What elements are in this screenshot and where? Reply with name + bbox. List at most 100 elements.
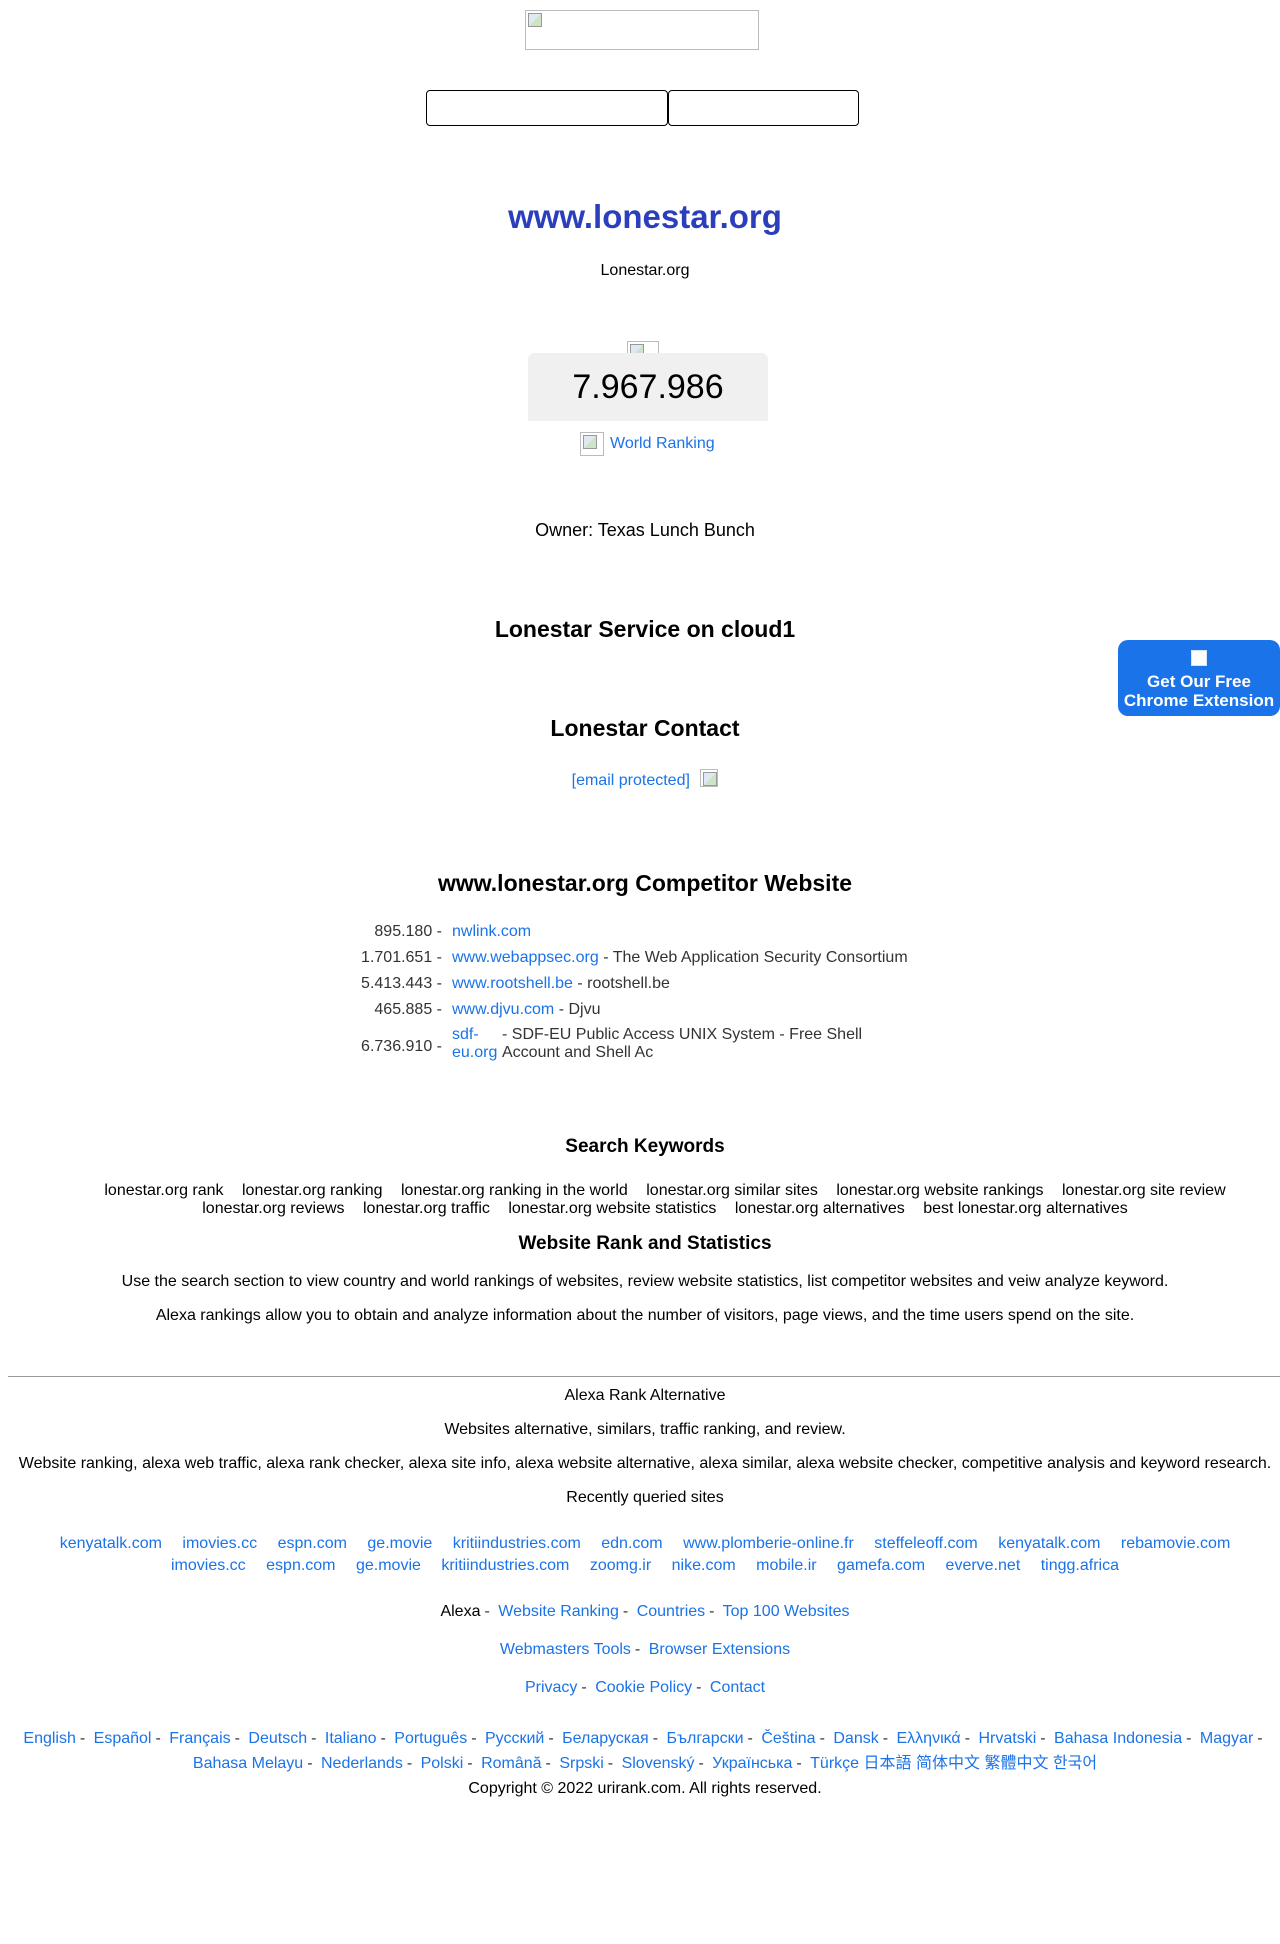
language-link[interactable]: Беларуская xyxy=(562,1730,649,1747)
competitor-row: 5.413.443 - www.rootshell.be - rootshell… xyxy=(330,975,930,993)
competitor-link[interactable]: www.rootshell.be xyxy=(452,975,573,992)
language-link[interactable]: Polski xyxy=(421,1755,464,1772)
language-link[interactable]: Türkçe xyxy=(810,1755,859,1772)
footer-nav-1: Alexa - Website Ranking - Countries - Top 1… xyxy=(440,1603,850,1620)
footer-title: Alexa Rank Alternative xyxy=(564,1387,726,1404)
footer-line-1: Websites alternative, similars, traffic … xyxy=(444,1421,846,1438)
language-link[interactable]: 日本語 xyxy=(864,1755,912,1772)
world-ranking-link[interactable]: World Ranking xyxy=(610,435,715,453)
language-link[interactable]: Magyar xyxy=(1200,1730,1253,1747)
language-link[interactable]: Nederlands xyxy=(321,1755,403,1772)
competitor-rank: 895.180 - xyxy=(374,923,442,940)
browser-extensions-link[interactable]: Browser Extensions xyxy=(649,1641,790,1658)
language-link[interactable]: Hrvatski xyxy=(978,1730,1036,1747)
language-link[interactable]: Srpski xyxy=(559,1755,603,1772)
keyword: lonestar.org alternatives xyxy=(734,1200,905,1217)
world-rank-value: 7.967.986 xyxy=(528,353,768,421)
language-link[interactable]: Čeština xyxy=(761,1730,815,1747)
recent-sites: kenyatalk.com imovies.cc espn.com ge.mov… xyxy=(40,1533,1250,1577)
recent-site-link[interactable]: zoomg.ir xyxy=(590,1557,651,1574)
footer-nav-prefix: Alexa xyxy=(440,1603,481,1620)
site-owner: Owner: Texas Lunch Bunch xyxy=(535,520,755,540)
keyword: lonestar.org site review xyxy=(1062,1182,1226,1199)
recent-site-link[interactable]: espn.com xyxy=(278,1535,347,1552)
keyword: lonestar.org ranking xyxy=(242,1182,383,1199)
competitor-link[interactable]: www.djvu.com xyxy=(452,1001,554,1018)
footer-nav-3: Privacy - Cookie Policy - Contact xyxy=(524,1679,766,1696)
competitor-rank: 1.701.651 - xyxy=(361,949,442,966)
site-logo[interactable] xyxy=(525,10,759,50)
stats-heading: Website Rank and Statistics xyxy=(518,1233,772,1254)
competitor-link[interactable]: sdf-eu.org xyxy=(452,1026,502,1062)
language-link[interactable]: Русский xyxy=(485,1730,544,1747)
recent-site-link[interactable]: tingg.africa xyxy=(1041,1557,1119,1574)
competitor-rank: 5.413.443 - xyxy=(361,975,442,992)
recent-site-link[interactable]: mobile.ir xyxy=(756,1557,816,1574)
recent-site-link[interactable]: kritiindustries.com xyxy=(441,1557,569,1574)
language-link[interactable]: Ελληνικά xyxy=(897,1730,961,1747)
recent-site-link[interactable]: ge.movie xyxy=(356,1557,421,1574)
contact-link[interactable]: Contact xyxy=(710,1679,765,1696)
stats-paragraph-2: Alexa rankings allow you to obtain and a… xyxy=(155,1307,1135,1324)
recent-site-link[interactable]: www.plomberie-online.fr xyxy=(683,1535,854,1552)
website-ranking-link[interactable]: Website Ranking xyxy=(498,1603,619,1620)
recent-site-link[interactable]: gamefa.com xyxy=(837,1557,925,1574)
keyword: lonestar.org rank xyxy=(104,1182,224,1199)
site-subtitle: Lonestar.org xyxy=(600,262,690,279)
competitor-row: 1.701.651 - www.webappsec.org - The Web … xyxy=(330,949,930,967)
recent-site-link[interactable]: espn.com xyxy=(266,1557,335,1574)
competitor-link[interactable]: www.webappsec.org xyxy=(452,949,599,966)
search-input[interactable] xyxy=(426,90,668,126)
language-link[interactable]: Bahasa Melayu xyxy=(193,1755,303,1772)
countries-link[interactable]: Countries xyxy=(637,1603,705,1620)
language-link[interactable]: 한국어 xyxy=(1053,1755,1097,1772)
chrome-extension-line2: Chrome Extension xyxy=(1123,691,1275,710)
recent-site-link[interactable]: everve.net xyxy=(946,1557,1021,1574)
language-link[interactable]: Slovenský xyxy=(622,1755,695,1772)
recent-site-link[interactable]: edn.com xyxy=(601,1535,662,1552)
recent-sites-row-2: imovies.cc espn.com ge.movie kritiindust… xyxy=(40,1555,1250,1577)
footer-nav-2: Webmasters Tools - Browser Extensions xyxy=(499,1641,791,1658)
world-ranking-row[interactable]: World Ranking xyxy=(580,432,715,456)
top-100-link[interactable]: Top 100 Websites xyxy=(723,1603,850,1620)
recent-site-link[interactable]: nike.com xyxy=(672,1557,736,1574)
competitor-row: 6.736.910 - sdf-eu.org - SDF-EU Public A… xyxy=(330,1026,930,1062)
competitor-rank: 465.885 - xyxy=(374,1001,442,1018)
recent-site-link[interactable]: kritiindustries.com xyxy=(453,1535,581,1552)
contact-email-row[interactable]: [email protected] xyxy=(0,769,1280,790)
keyword: best lonestar.org alternatives xyxy=(923,1200,1128,1217)
recent-site-link[interactable]: ge.movie xyxy=(367,1535,432,1552)
service-heading: Lonestar Service on cloud1 xyxy=(494,616,796,642)
language-link[interactable]: Português xyxy=(394,1730,467,1747)
recent-site-link[interactable]: kenyatalk.com xyxy=(60,1535,162,1552)
recent-site-link[interactable]: imovies.cc xyxy=(171,1557,246,1574)
email-link[interactable]: [email protected] xyxy=(572,772,690,789)
language-link[interactable]: Español xyxy=(94,1730,152,1747)
chrome-extension-button[interactable]: Get Our Free Chrome Extension xyxy=(1118,640,1280,716)
language-link[interactable]: 繁體中文 xyxy=(984,1755,1048,1772)
recent-site-link[interactable]: imovies.cc xyxy=(182,1535,257,1552)
language-link[interactable]: Bahasa Indonesia xyxy=(1054,1730,1182,1747)
competitor-link[interactable]: nwlink.com xyxy=(452,923,531,940)
keyword: lonestar.org website rankings xyxy=(836,1182,1044,1199)
keyword: lonestar.org similar sites xyxy=(646,1182,818,1199)
page-title: www.lonestar.org xyxy=(508,198,782,235)
cookie-policy-link[interactable]: Cookie Policy xyxy=(595,1679,692,1696)
language-link[interactable]: Български xyxy=(666,1730,743,1747)
language-link[interactable]: 简体中文 xyxy=(916,1755,980,1772)
recent-site-link[interactable]: rebamovie.com xyxy=(1121,1535,1230,1552)
language-link[interactable]: Italiano xyxy=(325,1730,377,1747)
language-link[interactable]: Français xyxy=(169,1730,230,1747)
privacy-link[interactable]: Privacy xyxy=(525,1679,577,1696)
webmasters-tools-link[interactable]: Webmasters Tools xyxy=(500,1641,631,1658)
recent-site-link[interactable]: steffeleoff.com xyxy=(874,1535,977,1552)
language-link[interactable]: English xyxy=(23,1730,75,1747)
language-link[interactable]: Română xyxy=(481,1755,541,1772)
language-link[interactable]: Dansk xyxy=(833,1730,878,1747)
language-link[interactable]: Deutsch xyxy=(248,1730,307,1747)
recent-site-link[interactable]: kenyatalk.com xyxy=(998,1535,1100,1552)
footer-divider xyxy=(8,1376,1280,1377)
language-link[interactable]: Українська xyxy=(712,1755,792,1772)
search-button[interactable] xyxy=(668,90,859,126)
keyword: lonestar.org traffic xyxy=(362,1200,490,1217)
